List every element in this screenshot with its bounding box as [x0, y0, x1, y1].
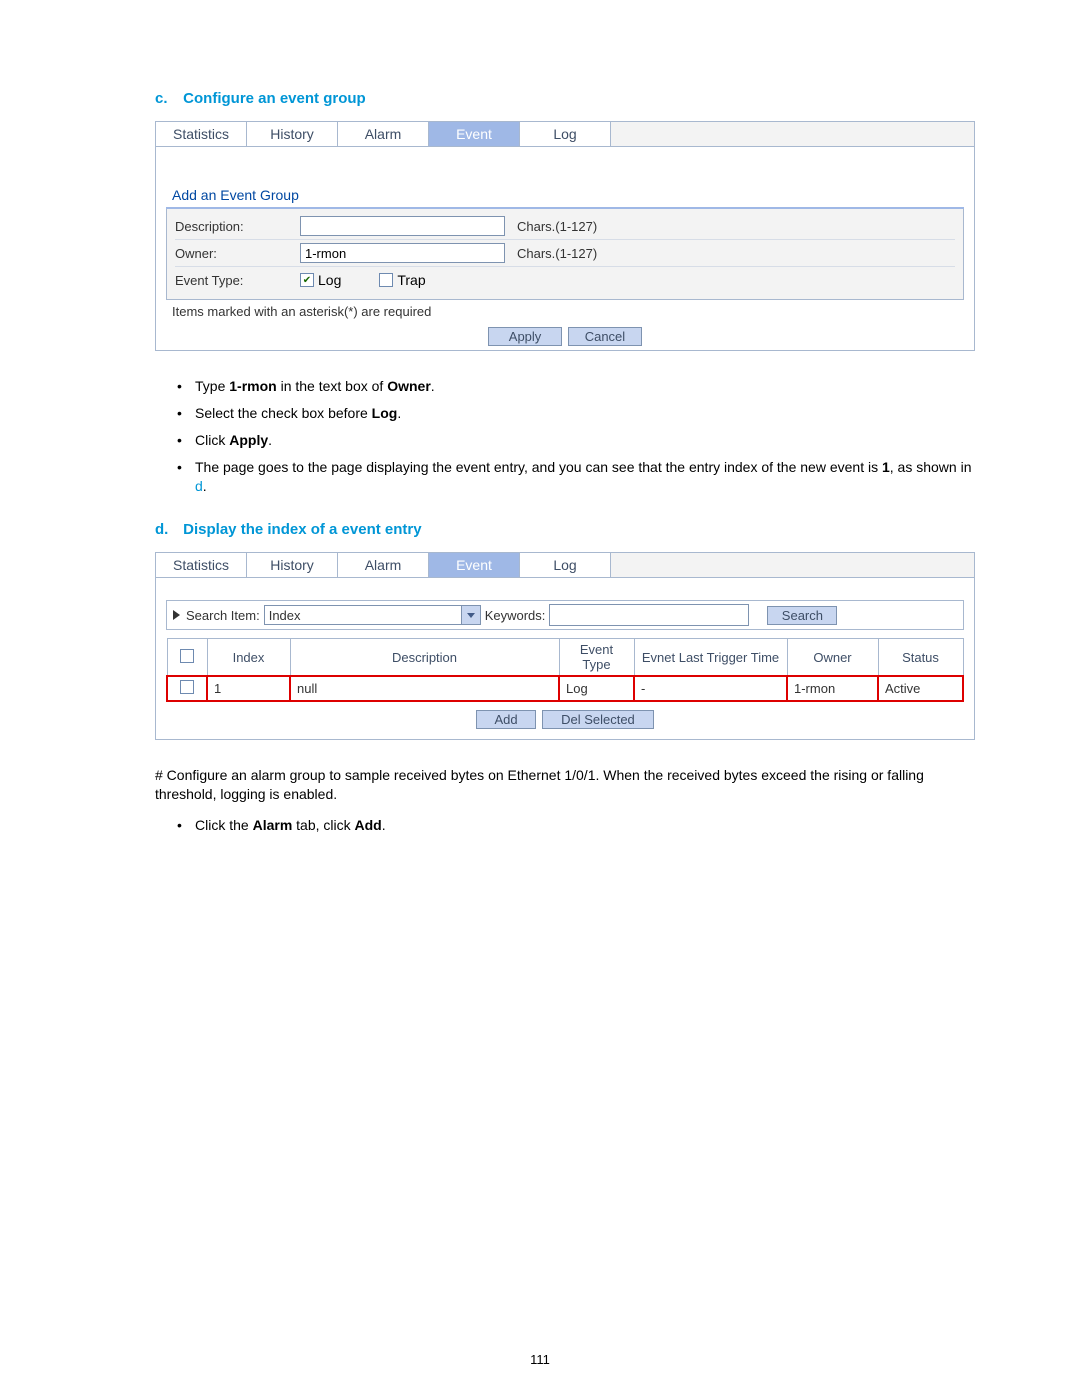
log-checkbox: ✔ — [300, 273, 314, 287]
th-status: Status — [878, 639, 963, 677]
event-type-label: Event Type: — [175, 273, 300, 288]
tabs-row: Statistics History Alarm Event Log — [156, 122, 974, 147]
bullet-c1: Type 1-rmon in the text box of Owner. — [155, 377, 975, 396]
trap-checkbox-wrap[interactable]: Trap — [379, 272, 425, 288]
th-checkbox — [167, 639, 207, 677]
tabs-row-2: Statistics History Alarm Event Log — [156, 553, 974, 578]
th-last-trigger: Evnet Last Trigger Time — [634, 639, 787, 677]
tab2-history[interactable]: History — [247, 553, 338, 577]
link-to-d[interactable]: d — [195, 478, 203, 494]
description-hint: Chars.(1-127) — [517, 219, 597, 234]
bullet-c2: Select the check box before Log. — [155, 404, 975, 423]
th-description: Description — [290, 639, 559, 677]
bullet-c4: The page goes to the page displaying the… — [155, 458, 975, 496]
row-checkbox[interactable] — [180, 680, 194, 694]
tab-statistics[interactable]: Statistics — [156, 122, 247, 146]
section-d-heading: d. Display the index of a event entry — [155, 521, 975, 538]
keywords-input[interactable] — [549, 604, 749, 626]
section-d-title: Display the index of a event entry — [183, 521, 421, 538]
after-bullets: Click the Alarm tab, click Add. — [155, 816, 975, 835]
log-checkbox-label: Log — [318, 272, 341, 288]
tab2-log[interactable]: Log — [520, 553, 611, 577]
keywords-label: Keywords: — [485, 608, 546, 623]
tab-history[interactable]: History — [247, 122, 338, 146]
section-d-letter: d. — [155, 521, 179, 538]
cell-status: Active — [878, 676, 963, 701]
tab-event[interactable]: Event — [429, 122, 520, 146]
tab2-statistics[interactable]: Statistics — [156, 553, 247, 577]
event-form: Description: Chars.(1-127) Owner: Chars.… — [166, 209, 964, 300]
chevron-down-icon — [461, 606, 480, 624]
description-input[interactable] — [300, 216, 505, 236]
event-table: Index Description Event Type Evnet Last … — [166, 638, 964, 702]
section-c-bullets: Type 1-rmon in the text box of Owner. Se… — [155, 377, 975, 495]
cell-last-trigger: - — [634, 676, 787, 701]
log-checkbox-wrap[interactable]: ✔ Log — [300, 272, 341, 288]
owner-label: Owner: — [175, 246, 300, 261]
tab2-alarm[interactable]: Alarm — [338, 553, 429, 577]
cell-description: null — [290, 676, 559, 701]
search-button[interactable]: Search — [767, 606, 837, 625]
cell-index: 1 — [207, 676, 290, 701]
owner-hint: Chars.(1-127) — [517, 246, 597, 261]
th-event-type: Event Type — [559, 639, 634, 677]
header-checkbox[interactable] — [180, 649, 194, 663]
search-item-label: Search Item: — [186, 608, 260, 623]
section-c-letter: c. — [155, 90, 179, 107]
cell-event-type: Log — [559, 676, 634, 701]
page-number: 111 — [0, 1352, 1080, 1367]
cell-owner: 1-rmon — [787, 676, 878, 701]
tabs-spacer — [611, 122, 974, 146]
required-note: Items marked with an asterisk(*) are req… — [166, 300, 964, 327]
section-c-heading: c. Configure an event group — [155, 90, 975, 107]
table-row: 1 null Log - 1-rmon Active — [167, 676, 963, 701]
th-index: Index — [207, 639, 290, 677]
bullet-alarm-add: Click the Alarm tab, click Add. — [155, 816, 975, 835]
del-selected-button[interactable]: Del Selected — [542, 710, 654, 729]
figure-event-group-form: Statistics History Alarm Event Log Add a… — [155, 121, 975, 351]
cancel-button[interactable]: Cancel — [568, 327, 642, 346]
figure-event-index-table: Statistics History Alarm Event Log Searc… — [155, 552, 975, 740]
trap-checkbox-label: Trap — [397, 272, 425, 288]
owner-input[interactable] — [300, 243, 505, 263]
tab-alarm[interactable]: Alarm — [338, 122, 429, 146]
trap-checkbox — [379, 273, 393, 287]
add-button[interactable]: Add — [476, 710, 536, 729]
tab-log[interactable]: Log — [520, 122, 611, 146]
search-item-value: Index — [265, 608, 461, 623]
th-owner: Owner — [787, 639, 878, 677]
form-title: Add an Event Group — [166, 185, 964, 209]
search-item-select[interactable]: Index — [264, 605, 481, 625]
section-c-title: Configure an event group — [183, 90, 366, 107]
search-row: Search Item: Index Keywords: Search — [166, 600, 964, 630]
apply-button[interactable]: Apply — [488, 327, 562, 346]
tab2-event[interactable]: Event — [429, 553, 520, 577]
description-label: Description: — [175, 219, 300, 234]
triangle-icon — [173, 610, 180, 620]
alarm-config-paragraph: # Configure an alarm group to sample rec… — [155, 766, 975, 804]
tabs2-spacer — [611, 553, 974, 577]
bullet-c3: Click Apply. — [155, 431, 975, 450]
